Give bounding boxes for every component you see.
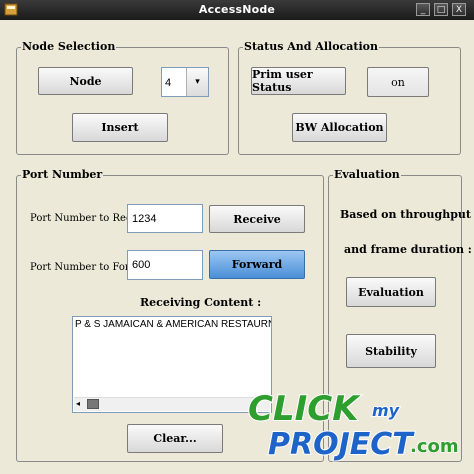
title-bar[interactable]: AccessNode _ □ X bbox=[0, 0, 474, 20]
logo-text-com: .com bbox=[410, 436, 459, 457]
window-title: AccessNode bbox=[198, 3, 276, 16]
evaluation-legend: Evaluation bbox=[333, 168, 401, 181]
receiving-content-text: P & S JAMAICAN & AMERICAN RESTAURNAT & C… bbox=[75, 319, 271, 330]
receiving-content-label: Receiving Content : bbox=[140, 296, 262, 309]
minimize-button[interactable]: _ bbox=[416, 3, 430, 16]
prim-user-status-button[interactable]: Prim user Status bbox=[251, 67, 346, 95]
insert-button[interactable]: Insert bbox=[72, 113, 168, 142]
stability-button[interactable]: Stability bbox=[346, 334, 436, 368]
forward-port-input[interactable]: 600 bbox=[127, 250, 203, 280]
logo-text-my: my bbox=[372, 401, 400, 420]
receive-button[interactable]: Receive bbox=[209, 205, 305, 233]
maximize-button[interactable]: □ bbox=[434, 3, 448, 16]
evaluation-button[interactable]: Evaluation bbox=[346, 277, 436, 307]
evaluation-description-line1: Based on throughput bbox=[340, 208, 471, 221]
access-node-window: AccessNode _ □ X Node Selection Node 4 ▾… bbox=[0, 0, 474, 474]
clickmyproject-logo: CLICK my PROJECT .com bbox=[247, 388, 459, 463]
close-button[interactable]: X bbox=[452, 3, 466, 16]
logo-text-click: CLICK bbox=[248, 389, 361, 429]
clear-button[interactable]: Clear... bbox=[127, 424, 223, 453]
chevron-down-icon[interactable]: ▾ bbox=[186, 68, 208, 96]
node-dropdown[interactable]: 4 ▾ bbox=[161, 67, 209, 97]
status-value-button[interactable]: on bbox=[367, 67, 429, 97]
node-dropdown-value: 4 bbox=[165, 77, 172, 89]
status-allocation-legend: Status And Allocation bbox=[243, 40, 379, 53]
node-button[interactable]: Node bbox=[38, 67, 133, 95]
scroll-left-icon[interactable]: ◂ bbox=[76, 399, 80, 408]
node-selection-legend: Node Selection bbox=[21, 40, 117, 53]
port-number-legend: Port Number bbox=[21, 168, 104, 181]
evaluation-description-line2: and frame duration : bbox=[344, 243, 472, 256]
logo-text-project: PROJECT bbox=[268, 427, 415, 462]
forward-button[interactable]: Forward bbox=[209, 250, 305, 279]
receive-port-input[interactable]: 1234 bbox=[127, 204, 203, 233]
bw-allocation-button[interactable]: BW Allocation bbox=[292, 113, 387, 142]
scrollbar-thumb[interactable] bbox=[87, 399, 99, 409]
